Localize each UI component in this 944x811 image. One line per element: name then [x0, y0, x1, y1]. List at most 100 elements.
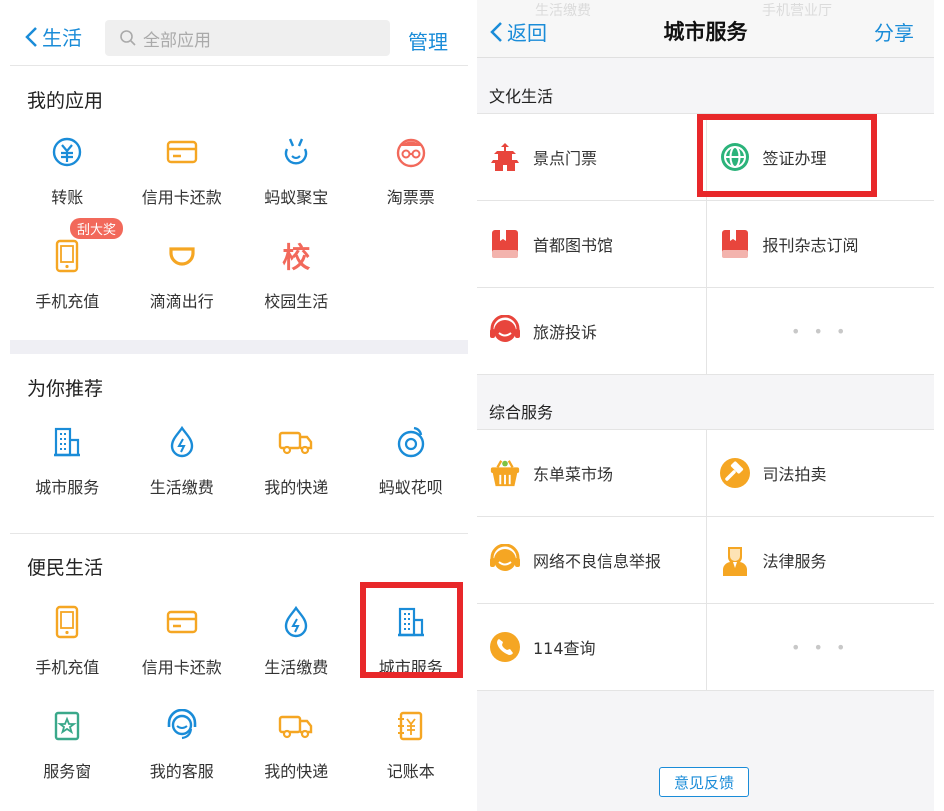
service-label: 报刊杂志订阅: [762, 236, 859, 255]
app-label: 信用卡还款: [141, 188, 222, 207]
app-label: 服务窗: [43, 762, 92, 781]
app-label: 转账: [51, 188, 84, 207]
back-button[interactable]: 生活: [24, 22, 82, 51]
service-legal[interactable]: 法律服务: [705, 517, 935, 603]
chevron-left-icon: [25, 26, 37, 47]
app-label: 蚂蚁聚宝: [264, 188, 329, 207]
service-label: 法律服务: [762, 552, 827, 571]
app-label: 城市服务: [35, 478, 100, 497]
app-label: 我的客服: [149, 762, 214, 781]
app-label: 校园生活: [264, 292, 329, 311]
pagoda-icon: [489, 141, 521, 173]
app-my-delivery[interactable]: 我的快递: [239, 408, 354, 512]
category-title-general: 综合服务: [489, 403, 554, 422]
app-didi[interactable]: 滴滴出行: [125, 222, 240, 326]
phone-circle-icon: [489, 631, 521, 663]
manage-button[interactable]: 管理: [408, 26, 448, 55]
app-ant-treasure[interactable]: 蚂蚁聚宝: [239, 118, 354, 222]
service-scenic-tickets[interactable]: 景点门票: [477, 114, 706, 200]
service-capital-library[interactable]: 首都图书馆: [477, 201, 706, 287]
app-label: 生活缴费: [264, 658, 329, 677]
app-label: 蚂蚁花呗: [378, 478, 443, 497]
general-services-list: 东单菜市场 司法拍卖 网络不良信息举报 法律服务 114查询 • • •: [477, 429, 934, 691]
app-label: 记账本: [386, 762, 435, 781]
app-phone-topup[interactable]: 刮大奖 手机充值: [10, 218, 125, 326]
delivery-truck-icon: [278, 708, 314, 744]
app-credit-card[interactable]: 信用卡还款: [125, 118, 240, 222]
app-label: 淘票票: [386, 188, 435, 207]
app-label: 我的快递: [264, 478, 329, 497]
my-apps-grid: 转账 信用卡还款 蚂蚁聚宝 淘票票 刮大奖 手机充值 滴滴出行 校 校园生活: [10, 118, 468, 326]
back-label: 生活: [42, 26, 82, 50]
app-label: 滴滴出行: [149, 292, 214, 311]
app-ledger[interactable]: 记账本: [354, 692, 469, 796]
more-placeholder: • • •: [705, 288, 935, 374]
service-bad-info-report[interactable]: 网络不良信息举报: [477, 517, 706, 603]
service-label: 首都图书馆: [533, 236, 614, 255]
more-placeholder: • • •: [705, 604, 935, 690]
search-input[interactable]: 全部应用: [105, 20, 390, 56]
didi-icon: [164, 238, 200, 274]
book-icon: [719, 228, 751, 260]
search-placeholder: 全部应用: [143, 30, 211, 51]
service-window-icon: [49, 708, 85, 744]
app-transfer[interactable]: 转账: [10, 118, 125, 222]
app-credit-card-2[interactable]: 信用卡还款: [125, 588, 240, 692]
headset-icon: [489, 315, 521, 347]
headset-icon: [164, 708, 200, 744]
section-title-recommended: 为你推荐: [27, 378, 104, 400]
feedback-button[interactable]: 意见反馈: [659, 767, 749, 797]
glasses-face-icon: [393, 134, 429, 170]
water-drop-bolt-icon: [164, 424, 200, 460]
section-title-convenience: 便民生活: [27, 557, 104, 579]
service-dongdan-market[interactable]: 东单菜市场: [477, 430, 706, 516]
prize-badge: 刮大奖: [70, 218, 124, 239]
service-travel-complaint[interactable]: 旅游投诉: [477, 288, 706, 374]
service-judicial-auction[interactable]: 司法拍卖: [705, 430, 935, 516]
highlight-box: [697, 114, 877, 197]
app-service-window[interactable]: 服务窗: [10, 692, 125, 796]
table-row: 旅游投诉 • • •: [477, 288, 934, 375]
apps-header: 生活 全部应用 管理: [10, 0, 468, 66]
apps-panel: 生活 全部应用 管理 我的应用 转账 信用卡还款 蚂蚁聚宝 淘票票 刮大奖 手机…: [10, 0, 468, 811]
more-dots: • • •: [791, 321, 850, 341]
app-campus-life[interactable]: 校 校园生活: [239, 222, 354, 326]
page-title: 城市服务: [663, 20, 748, 44]
app-utility-payment-2[interactable]: 生活缴费: [239, 588, 354, 692]
app-taopiaopiao[interactable]: 淘票票: [354, 118, 469, 222]
app-my-customer-service[interactable]: 我的客服: [125, 692, 240, 796]
table-row: 114查询 • • •: [477, 604, 934, 691]
ant-treasure-icon: [278, 134, 314, 170]
service-114-lookup[interactable]: 114查询: [477, 604, 706, 690]
app-my-delivery-2[interactable]: 我的快递: [239, 692, 354, 796]
school-char-icon: 校: [282, 241, 311, 274]
app-label: 信用卡还款: [141, 658, 222, 677]
share-button[interactable]: 分享: [874, 17, 914, 46]
headset-icon: [489, 544, 521, 576]
recommended-grid: 城市服务 生活缴费 我的快递 蚂蚁花呗: [10, 408, 468, 512]
table-row: 首都图书馆 报刊杂志订阅: [477, 201, 934, 288]
table-row: 东单菜市场 司法拍卖: [477, 430, 934, 517]
city-services-header: 生活缴费 手机营业厅 返回 城市服务 分享: [477, 0, 934, 58]
credit-card-icon: [164, 604, 200, 640]
app-city-services[interactable]: 城市服务: [10, 408, 125, 512]
book-icon: [489, 228, 521, 260]
service-label: 114查询: [533, 639, 596, 658]
service-magazine-subscription[interactable]: 报刊杂志订阅: [705, 201, 935, 287]
more-dots: • • •: [791, 637, 850, 657]
gavel-icon: [719, 457, 751, 489]
section-title-my-apps: 我的应用: [27, 90, 104, 112]
highlight-box: [360, 582, 463, 678]
service-label: 旅游投诉: [533, 323, 598, 342]
service-label: 东单菜市场: [533, 465, 614, 484]
app-phone-topup-2[interactable]: 手机充值: [10, 588, 125, 692]
city-building-icon: [49, 424, 85, 460]
service-label: 司法拍卖: [762, 465, 827, 484]
phone-icon: [49, 604, 85, 640]
app-utility-payment[interactable]: 生活缴费: [125, 408, 240, 512]
lawyer-icon: [719, 544, 751, 576]
phone-icon: [49, 238, 85, 274]
app-huabei[interactable]: 蚂蚁花呗: [354, 408, 469, 512]
app-label: 手机充值: [35, 292, 100, 311]
section-gap: [10, 340, 468, 354]
